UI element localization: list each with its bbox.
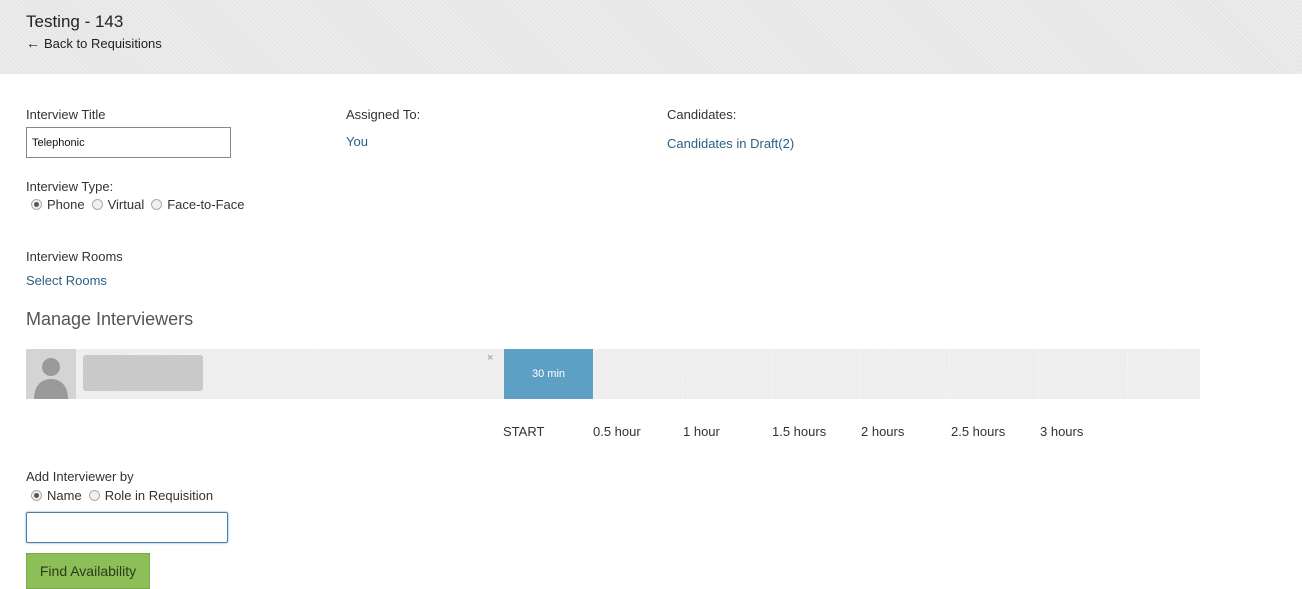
interview-type-option-label: Phone [47, 197, 85, 212]
interview-slot-30-min[interactable]: 30 min [504, 349, 593, 399]
interview-type-phone[interactable]: Phone [31, 197, 85, 212]
interview-title-input[interactable] [26, 127, 231, 158]
timeline-tick: 2.5 hours [951, 424, 1006, 439]
add-interviewer-label: Add Interviewer by [26, 469, 134, 484]
back-link-label: Back to Requisitions [44, 36, 162, 51]
timeline-cell[interactable] [593, 349, 683, 399]
interview-type-option-label: Virtual [107, 197, 145, 212]
interview-rooms-label: Interview Rooms [26, 249, 123, 264]
timeline-tick: 3 hours [1040, 424, 1084, 439]
timeline-cell[interactable] [682, 349, 772, 399]
find-availability-label: Find Availability [39, 563, 137, 579]
add-by-option-label: Role in Requisition [104, 488, 214, 503]
timeline-tick-start: START [503, 424, 545, 439]
assigned-to-label: Assigned To: [346, 107, 421, 122]
user-silhouette-icon [26, 349, 76, 399]
interviewer-search-input[interactable] [26, 512, 228, 543]
timeline-cell[interactable] [771, 349, 861, 399]
arrow-left-icon: ← [26, 35, 40, 51]
timeline-cell[interactable] [1127, 349, 1201, 399]
interviewer-name-redacted [83, 355, 203, 391]
timeline-cell[interactable] [860, 349, 950, 399]
interview-type-face-to-face[interactable]: Face-to-Face [151, 197, 245, 212]
interview-type-option-label: Face-to-Face [167, 197, 245, 212]
slot-duration-label: 30 min [531, 368, 566, 380]
interviewer-row: × 30 min [26, 349, 1200, 399]
add-by-name-option[interactable]: Name [31, 488, 82, 503]
add-by-option-label: Name [47, 488, 82, 503]
close-icon[interactable]: × [487, 352, 493, 364]
page-title: Testing - 143 [26, 12, 124, 31]
radio-unchecked-icon[interactable] [88, 490, 100, 501]
radio-checked-icon[interactable] [31, 199, 42, 210]
interview-type-radio-group: Phone Virtual Face-to-Face [31, 197, 252, 212]
add-interviewer-radio-group: Name Role in Requisition [31, 488, 220, 503]
candidates-in-draft-link[interactable]: Candidates in Draft(2) [667, 136, 794, 151]
interview-title-label: Interview Title [26, 107, 106, 122]
timeline-tick: 0.5 hour [593, 424, 641, 439]
radio-checked-icon[interactable] [31, 490, 42, 501]
timeline-tick: 2 hours [861, 424, 905, 439]
radio-unchecked-icon[interactable] [91, 199, 103, 210]
candidates-label: Candidates: [667, 107, 737, 122]
timeline-cell[interactable] [1038, 349, 1128, 399]
timeline-cell[interactable] [949, 349, 1039, 399]
add-by-role-option[interactable]: Role in Requisition [88, 488, 214, 503]
page-header: Testing - 143 ← Back to Requisitions [0, 0, 1302, 74]
interview-type-virtual[interactable]: Virtual [91, 197, 145, 212]
find-availability-button[interactable]: Find Availability [26, 553, 150, 589]
timeline-tick: 1.5 hours [772, 424, 827, 439]
assigned-to-value: You [346, 134, 368, 149]
interview-type-label: Interview Type: [26, 179, 114, 194]
select-rooms-link[interactable]: Select Rooms [26, 273, 107, 288]
manage-interviewers-heading: Manage Interviewers [26, 309, 194, 329]
timeline-tick: 1 hour [683, 424, 720, 439]
radio-unchecked-icon[interactable] [151, 199, 163, 210]
back-to-requisitions-link[interactable]: ← Back to Requisitions [26, 35, 162, 51]
